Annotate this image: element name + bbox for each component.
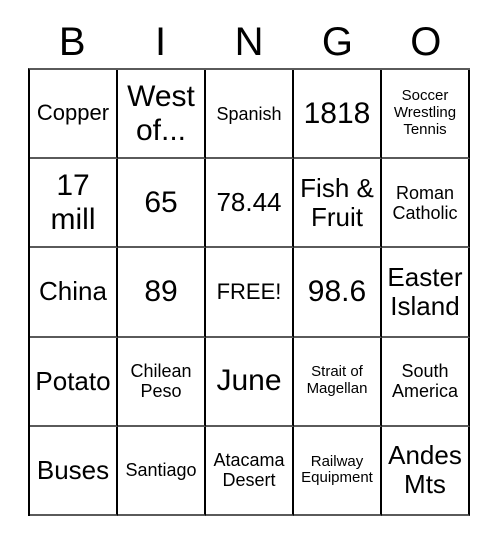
bingo-cell-label: 78.44 [216, 187, 282, 218]
bingo-cell-label: West of... [127, 80, 195, 147]
bingo-cell-label: June [216, 364, 282, 398]
bingo-cell-label: Strait of Magellan [306, 363, 368, 398]
header-letter-b: B [58, 20, 86, 64]
bingo-cell[interactable]: June [206, 337, 294, 427]
bingo-cell-free[interactable]: FREE! [206, 248, 294, 338]
header-letter-n: N [234, 20, 264, 64]
bingo-cell-label: South America [391, 361, 458, 402]
bingo-grid: Copper West of... Spanish 1818 Soccer Wr… [28, 68, 470, 516]
bingo-cell-label: Andes Mts [388, 440, 462, 500]
bingo-cell-label: Soccer Wrestling Tennis [393, 87, 457, 138]
bingo-cell[interactable]: 98.6 [294, 248, 382, 338]
bingo-cell[interactable]: Strait of Magellan [294, 337, 382, 427]
bingo-cell-label: Chilean Peso [130, 361, 192, 402]
bingo-cell-label: Spanish [216, 103, 282, 124]
bingo-cell[interactable]: Atacama Desert [206, 426, 294, 516]
bingo-cell[interactable]: China [30, 248, 118, 338]
bingo-cell[interactable]: Spanish [206, 70, 294, 160]
header-letter-g: G [321, 20, 353, 64]
bingo-cell-label: Fish & Fruit [300, 172, 374, 232]
bingo-cell[interactable]: Easter Island [382, 248, 470, 338]
header-letter-i: I [155, 20, 167, 64]
bingo-cell-label: Santiago [125, 460, 197, 481]
bingo-cell[interactable]: 17 mill [30, 159, 118, 249]
bingo-cell[interactable]: Roman Catholic [382, 159, 470, 249]
bingo-cell[interactable]: Potato [30, 337, 118, 427]
bingo-cell[interactable]: 78.44 [206, 159, 294, 249]
bingo-cell-label: 98.6 [307, 275, 367, 309]
header-letter-o: O [410, 20, 442, 64]
bingo-cell[interactable]: Railway Equipment [294, 426, 382, 516]
bingo-card: B I N G O Copper West of... Spanish 1818… [0, 0, 500, 544]
bingo-header-row: B I N G O [28, 16, 470, 68]
bingo-cell-label: 65 [144, 185, 178, 219]
bingo-cell[interactable]: Santiago [118, 426, 206, 516]
bingo-cell[interactable]: Soccer Wrestling Tennis [382, 70, 470, 160]
bingo-cell-label: 17 mill [50, 169, 96, 236]
bingo-cell[interactable]: Chilean Peso [118, 337, 206, 427]
bingo-cell[interactable]: West of... [118, 70, 206, 160]
bingo-cell-label: Potato [35, 365, 111, 396]
bingo-cell[interactable]: 65 [118, 159, 206, 249]
bingo-cell-label: Easter Island [387, 261, 463, 321]
bingo-cell[interactable]: Copper [30, 70, 118, 160]
bingo-cell-label: Roman Catholic [392, 182, 458, 223]
bingo-cell-label: China [39, 276, 107, 307]
bingo-cell[interactable]: South America [382, 337, 470, 427]
bingo-cell[interactable]: Buses [30, 426, 118, 516]
bingo-cell-label: 89 [144, 275, 178, 309]
bingo-cell[interactable]: Andes Mts [382, 426, 470, 516]
bingo-cell[interactable]: 1818 [294, 70, 382, 160]
bingo-cell[interactable]: Fish & Fruit [294, 159, 382, 249]
bingo-cell-label: Atacama Desert [213, 450, 285, 491]
bingo-cell[interactable]: 89 [118, 248, 206, 338]
bingo-cell-label: Copper [36, 100, 110, 126]
bingo-cell-label: FREE! [216, 278, 282, 304]
bingo-cell-label: Buses [36, 454, 110, 485]
bingo-cell-label: 1818 [303, 96, 371, 130]
bingo-cell-label: Railway Equipment [301, 452, 373, 487]
